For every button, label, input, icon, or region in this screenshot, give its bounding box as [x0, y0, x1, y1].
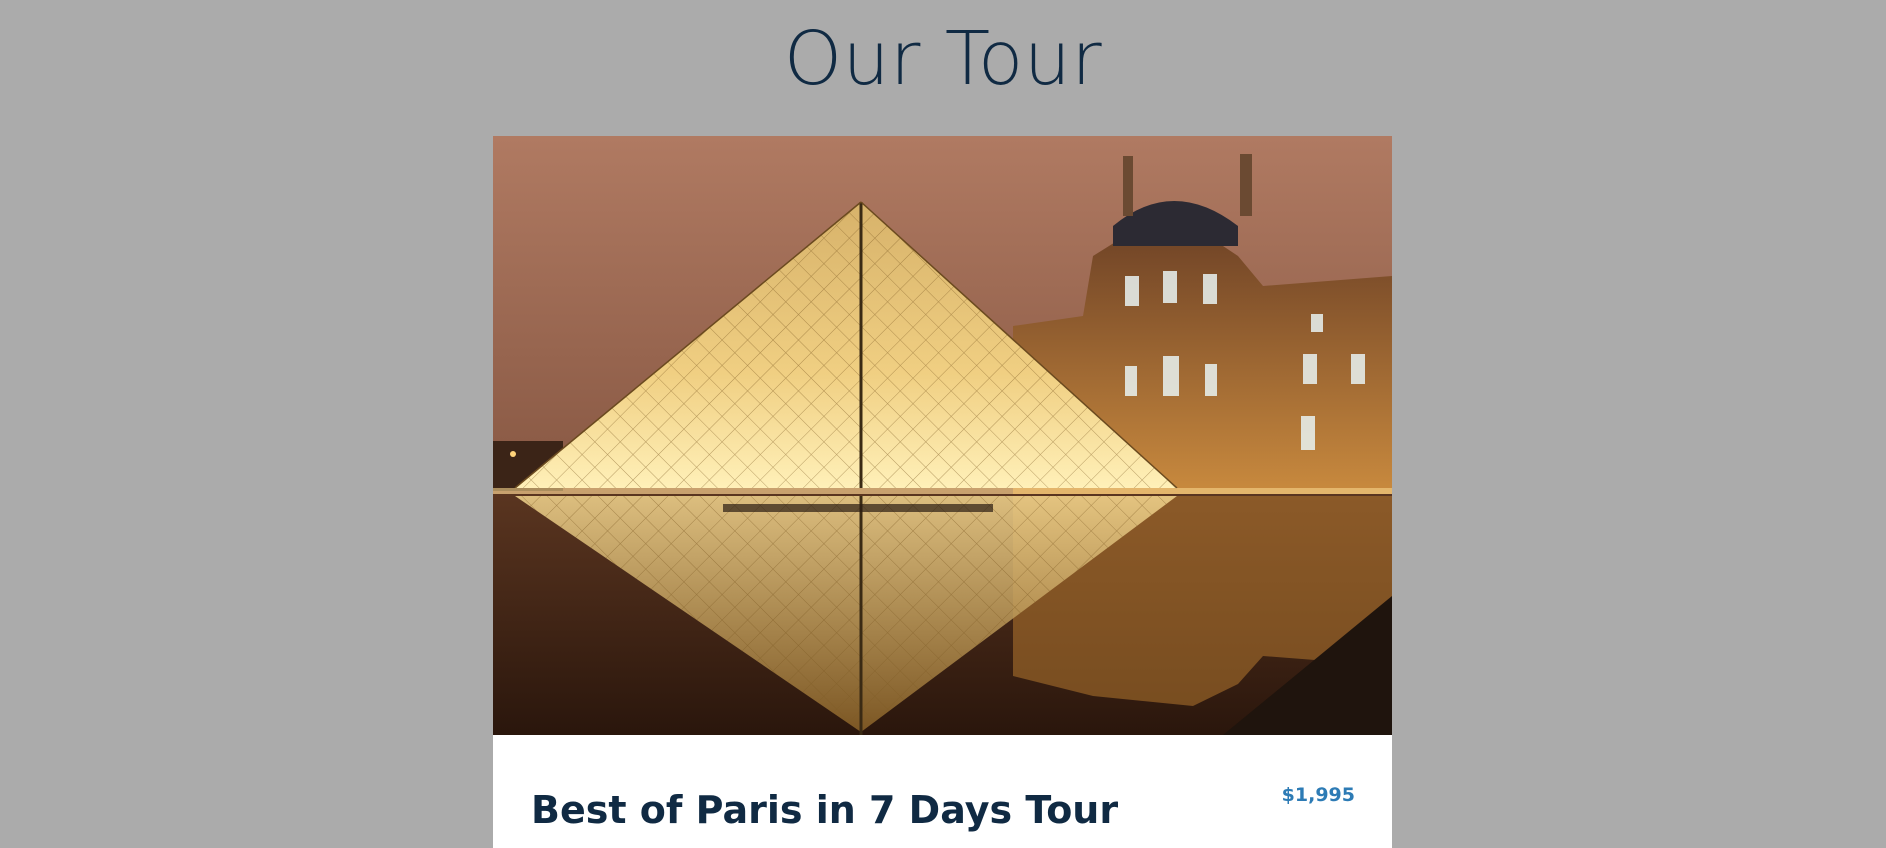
page-title: Our Tour [783, 16, 1103, 102]
page: Our Tour Best of Paris in 7 Days Tour $1… [0, 0, 1886, 848]
tour-image[interactable] [493, 136, 1392, 735]
tour-name[interactable]: Best of Paris in 7 Days Tour [531, 788, 1118, 832]
tour-card[interactable]: Best of Paris in 7 Days Tour $1,995 [493, 136, 1392, 848]
tour-price: $1,995 [1281, 784, 1355, 806]
